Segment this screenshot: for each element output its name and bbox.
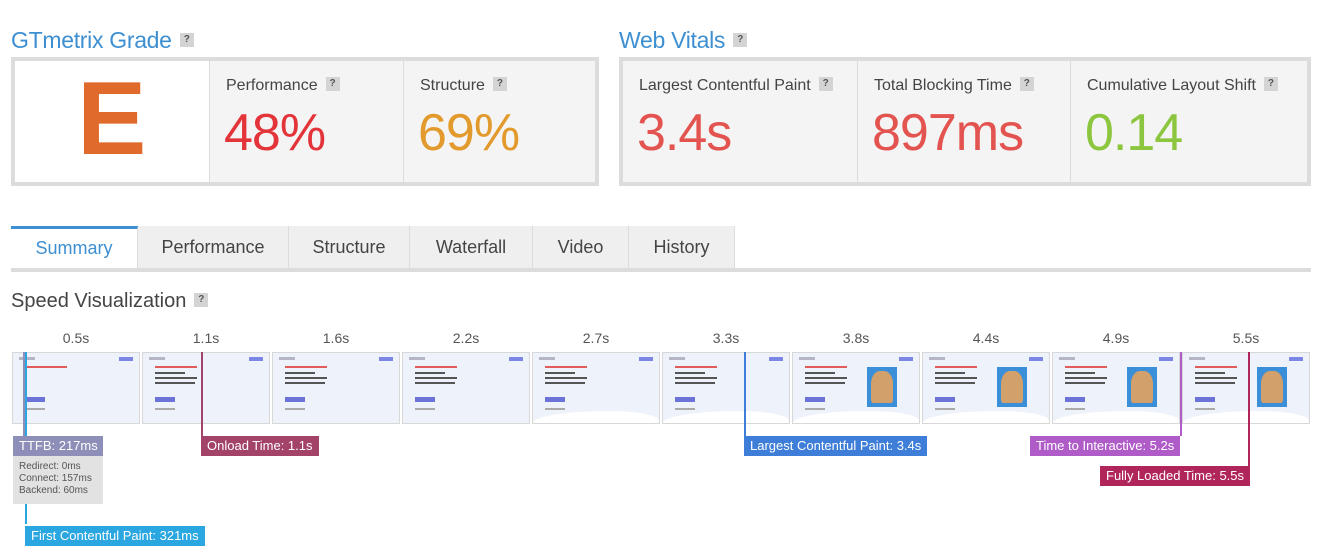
- lcp-line: [744, 352, 746, 436]
- tab-performance[interactable]: Performance: [138, 226, 289, 268]
- performance-value: 48%: [224, 104, 326, 162]
- filmstrip-frame[interactable]: [532, 352, 660, 424]
- tti-line: [1180, 352, 1182, 436]
- help-icon[interactable]: ?: [1263, 76, 1278, 91]
- help-icon[interactable]: ?: [818, 76, 833, 91]
- grade-cell: E: [15, 61, 210, 182]
- lcp-cell: Largest Contentful Paint? 3.4s: [623, 61, 858, 182]
- web-vitals-panel: Largest Contentful Paint? 3.4s Total Blo…: [619, 57, 1311, 186]
- cls-cell: Cumulative Layout Shift? 0.14: [1071, 61, 1307, 182]
- filmstrip-frame[interactable]: [272, 352, 400, 424]
- onload-line: [201, 352, 203, 436]
- filmstrip-frame[interactable]: [12, 352, 140, 424]
- report-tabs: Summary Performance Structure Waterfall …: [11, 226, 1311, 272]
- frame-time-label: 3.3s: [712, 330, 740, 346]
- filmstrip-frame[interactable]: [922, 352, 1050, 424]
- grade-panel: E Performance? 48% Structure? 69%: [11, 57, 599, 186]
- filmstrip-frame[interactable]: [1052, 352, 1180, 424]
- tti-label: Time to Interactive: 5.2s: [1030, 436, 1181, 456]
- frame-time-label: 2.2s: [452, 330, 480, 346]
- frame-time-label: 4.9s: [1102, 330, 1130, 346]
- ttfb-details: Redirect: 0ms Connect: 157ms Backend: 60…: [13, 456, 103, 504]
- flt-line: [1248, 352, 1250, 466]
- structure-cell: Structure? 69%: [404, 61, 595, 182]
- structure-label: Structure?: [420, 76, 507, 95]
- cls-label: Cumulative Layout Shift?: [1087, 76, 1278, 95]
- tbt-cell: Total Blocking Time? 897ms: [858, 61, 1071, 182]
- filmstrip-frame[interactable]: [142, 352, 270, 424]
- filmstrip-frame[interactable]: [792, 352, 920, 424]
- lcp-value: 3.4s: [637, 104, 732, 162]
- help-icon[interactable]: ?: [492, 76, 507, 91]
- cls-value: 0.14: [1085, 104, 1183, 162]
- onload-label: Onload Time: 1.1s: [201, 436, 319, 456]
- tab-summary[interactable]: Summary: [11, 226, 138, 268]
- performance-cell: Performance? 48%: [210, 61, 404, 182]
- help-icon[interactable]: ?: [179, 32, 194, 47]
- frame-time-label: 0.5s: [62, 330, 90, 346]
- ttfb-label: TTFB: 217ms: [13, 436, 103, 456]
- frame-time-label: 1.1s: [192, 330, 220, 346]
- filmstrip-frame[interactable]: [402, 352, 530, 424]
- filmstrip-frame[interactable]: [662, 352, 790, 424]
- tbt-value: 897ms: [872, 104, 1024, 162]
- tbt-label: Total Blocking Time?: [874, 76, 1034, 95]
- flt-label: Fully Loaded Time: 5.5s: [1100, 466, 1251, 486]
- frame-time-label: 5.5s: [1232, 330, 1260, 346]
- gtmetrix-grade-title: GTmetrix Grade?: [11, 27, 194, 54]
- frame-time-label: 3.8s: [842, 330, 870, 346]
- tab-structure[interactable]: Structure: [289, 226, 410, 268]
- help-icon[interactable]: ?: [733, 32, 748, 47]
- filmstrip-frame[interactable]: [1182, 352, 1310, 424]
- web-vitals-title: Web Vitals?: [619, 27, 748, 54]
- frame-time-label: 1.6s: [322, 330, 350, 346]
- tab-history[interactable]: History: [629, 226, 735, 268]
- tab-waterfall[interactable]: Waterfall: [410, 226, 533, 268]
- help-icon[interactable]: ?: [194, 292, 209, 307]
- fcp-label: First Contentful Paint: 321ms: [25, 526, 205, 546]
- frame-time-label: 4.4s: [972, 330, 1000, 346]
- tab-video[interactable]: Video: [533, 226, 629, 268]
- structure-value: 69%: [418, 104, 520, 162]
- help-icon[interactable]: ?: [1019, 76, 1034, 91]
- lcp-label: Largest Contentful Paint?: [639, 76, 833, 95]
- frame-time-label: 2.7s: [582, 330, 610, 346]
- speed-visualization-title: Speed Visualization?: [11, 290, 209, 313]
- performance-label: Performance?: [226, 76, 340, 95]
- help-icon[interactable]: ?: [325, 76, 340, 91]
- lcp-marker-label: Largest Contentful Paint: 3.4s: [744, 436, 928, 456]
- grade-letter: E: [77, 61, 147, 177]
